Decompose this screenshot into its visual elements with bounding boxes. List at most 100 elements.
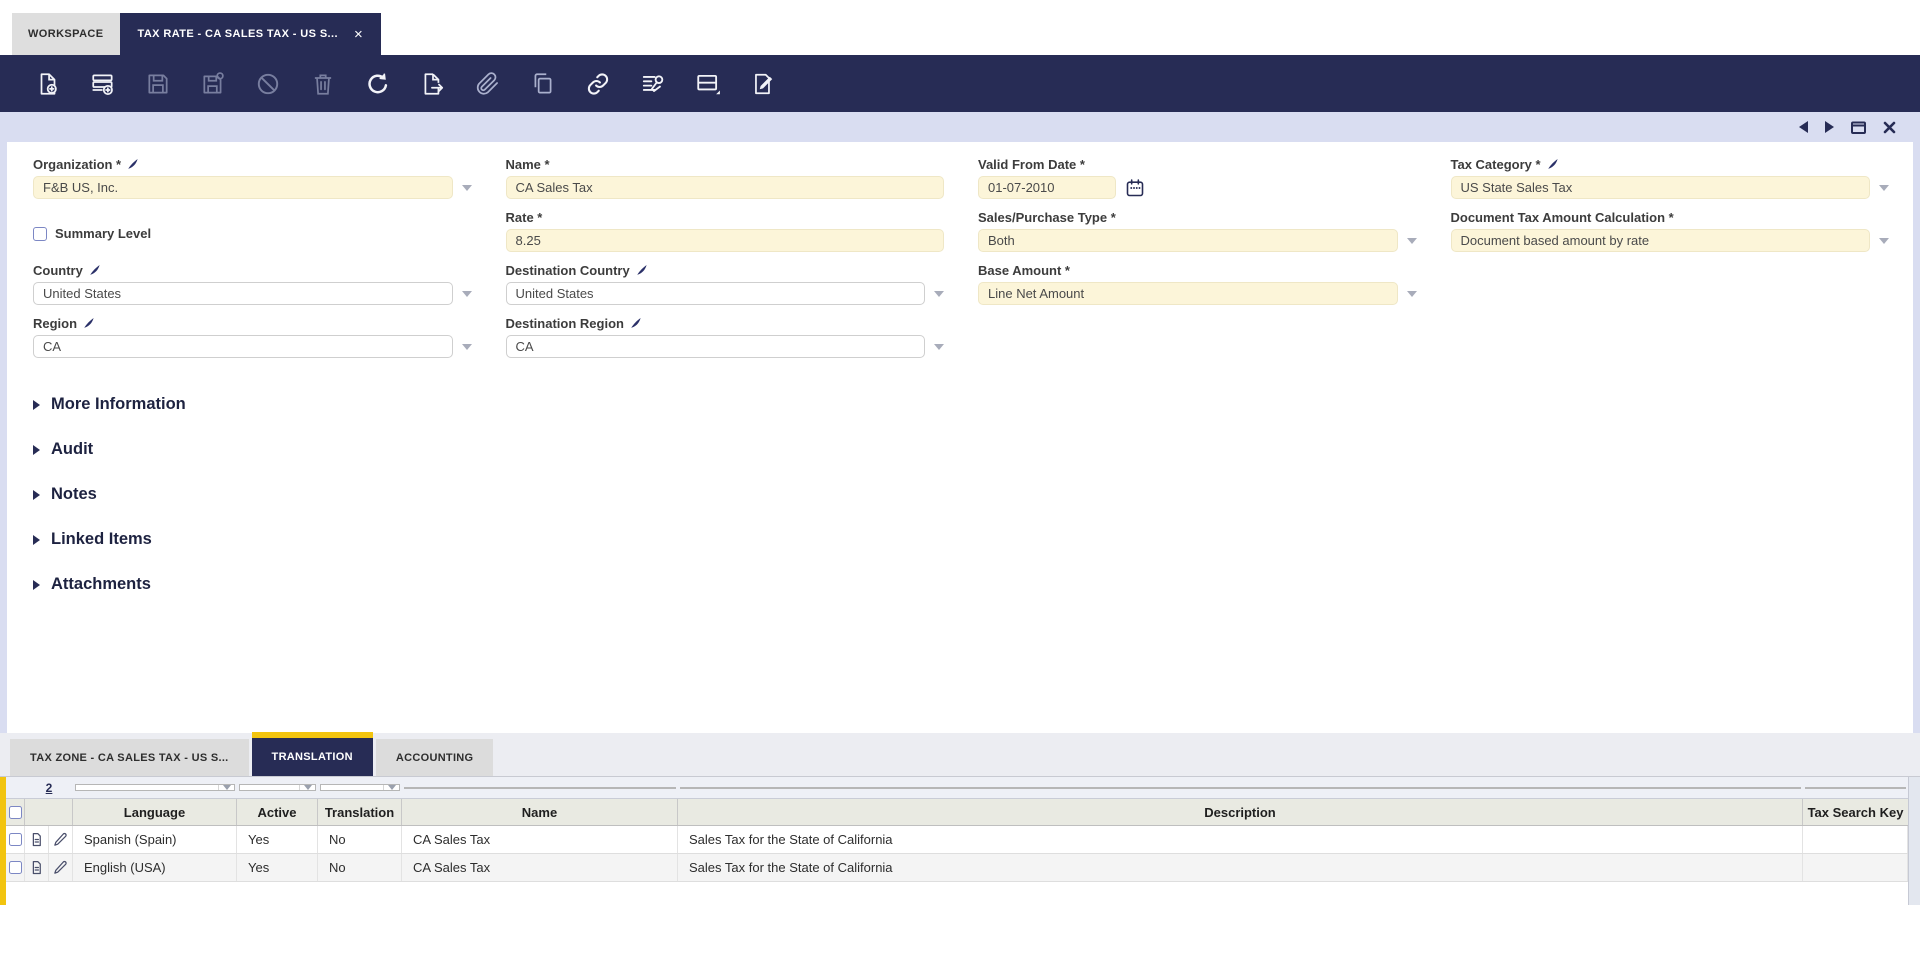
tab-accounting-label: ACCOUNTING <box>395 751 474 764</box>
sales-purchase-type-combo[interactable]: Both <box>978 229 1398 252</box>
column-header-description[interactable]: Description <box>678 799 1803 825</box>
collapse-arrow-icon <box>33 444 40 455</box>
export-icon[interactable] <box>415 66 451 102</box>
organization-combo[interactable]: F&B US, Inc. <box>33 176 453 199</box>
tab-workspace[interactable]: WORKSPACE <box>12 13 120 55</box>
chevron-down-icon[interactable] <box>934 290 944 297</box>
section-label: Notes <box>51 485 97 503</box>
select-all-checkbox[interactable] <box>8 805 22 819</box>
detail-tab-bar: TAX ZONE - CA SALES TAX - US S... TRANSL… <box>0 732 1920 777</box>
chevron-down-icon[interactable] <box>461 290 472 297</box>
edit-record-icon[interactable] <box>49 854 72 881</box>
base-amount-combo[interactable]: Line Net Amount <box>978 282 1398 305</box>
name-input[interactable]: CA Sales Tax <box>505 176 944 199</box>
chevron-down-icon[interactable] <box>461 184 472 191</box>
link-icon[interactable] <box>580 66 616 102</box>
valid-from-date-input[interactable]: 01-07-2010 <box>978 176 1116 199</box>
new-row-icon[interactable] <box>85 66 121 102</box>
window-layout-icon[interactable] <box>690 66 726 102</box>
tax-category-combo[interactable]: US State Sales Tax <box>1450 176 1870 199</box>
table-row[interactable]: English (USA) Yes No CA Sales Tax Sales … <box>6 854 1908 882</box>
tab-tax-rate[interactable]: TAX RATE - CA SALES TAX - US S... × <box>119 13 382 55</box>
country-label: Country <box>33 262 83 278</box>
chevron-down-icon[interactable] <box>461 343 472 350</box>
filter-language-input[interactable] <box>75 784 235 791</box>
tab-translation-label: TRANSLATION <box>271 751 353 763</box>
refresh-icon[interactable] <box>360 66 396 102</box>
filter-translation-input[interactable] <box>320 784 400 791</box>
row-checkbox[interactable] <box>8 833 22 846</box>
table-row[interactable]: Spanish (Spain) Yes No CA Sales Tax Sale… <box>6 826 1908 854</box>
edit-record-icon[interactable] <box>49 826 72 853</box>
chevron-down-icon[interactable] <box>383 785 399 790</box>
grid-scrollbar[interactable] <box>1908 777 1920 905</box>
close-panel-icon[interactable] <box>1883 121 1896 134</box>
quill-icon <box>83 317 95 329</box>
field-tax-category: Tax Category * US State Sales Tax <box>1450 155 1889 199</box>
summary-level-checkbox[interactable] <box>33 226 47 241</box>
column-header-translation[interactable]: Translation <box>318 799 402 825</box>
cell-translation: No <box>318 826 402 853</box>
region-combo[interactable]: CA <box>33 335 453 358</box>
tab-accounting[interactable]: ACCOUNTING <box>375 739 494 776</box>
new-record-icon[interactable] <box>30 66 66 102</box>
delete-icon <box>305 66 341 102</box>
tab-close-icon[interactable]: × <box>354 27 363 42</box>
chevron-down-icon[interactable] <box>1879 184 1889 191</box>
filter-active-input[interactable] <box>239 784 316 791</box>
cell-description: Sales Tax for the State of California <box>678 854 1803 881</box>
quick-form-icon[interactable] <box>745 66 781 102</box>
filter-name-input[interactable] <box>404 786 676 789</box>
column-header-language[interactable]: Language <box>73 799 237 825</box>
chevron-down-icon[interactable] <box>218 785 234 790</box>
cell-tax-search-key <box>1803 826 1908 853</box>
copy-icon[interactable] <box>525 66 561 102</box>
chevron-down-icon[interactable] <box>1406 290 1417 297</box>
chevron-down-icon[interactable] <box>1879 237 1889 244</box>
column-header-active[interactable]: Active <box>237 799 318 825</box>
attachment-icon[interactable] <box>470 66 506 102</box>
rate-input[interactable]: 8.25 <box>505 229 944 252</box>
quill-icon <box>127 158 139 170</box>
tab-tax-zone[interactable]: TAX ZONE - CA SALES TAX - US S... <box>10 739 249 776</box>
calendar-icon[interactable] <box>1125 178 1145 198</box>
previous-record-icon[interactable] <box>1799 121 1808 133</box>
filter-description-input[interactable] <box>680 786 1801 789</box>
chevron-down-icon[interactable] <box>299 785 315 790</box>
cell-active: Yes <box>237 854 318 881</box>
destination-country-label: Destination Country <box>505 262 630 278</box>
maximize-icon[interactable] <box>1851 121 1866 134</box>
organization-label: Organization * <box>33 156 122 172</box>
country-combo[interactable]: United States <box>33 282 453 305</box>
view-record-icon[interactable] <box>25 854 49 881</box>
grid-header-row: Language Active Translation Name Descrip… <box>6 799 1908 826</box>
field-destination-country: Destination Country United States <box>505 261 944 305</box>
row-count-link[interactable]: 2 <box>25 777 73 798</box>
chevron-down-icon[interactable] <box>1406 237 1417 244</box>
section-more-information[interactable]: More Information <box>33 382 1889 427</box>
next-record-icon[interactable] <box>1825 121 1834 133</box>
field-country: Country United States <box>33 261 472 305</box>
tab-translation[interactable]: TRANSLATION <box>251 732 373 776</box>
destination-region-combo[interactable]: CA <box>505 335 925 358</box>
destination-country-combo[interactable]: United States <box>505 282 925 305</box>
save-icon <box>140 66 176 102</box>
section-attachments[interactable]: Attachments <box>33 562 1889 607</box>
ignore-changes-icon <box>250 66 286 102</box>
section-linked-items[interactable]: Linked Items <box>33 517 1889 562</box>
process-icon[interactable] <box>635 66 671 102</box>
doc-tax-calc-label: Document Tax Amount Calculation * <box>1450 209 1674 225</box>
section-label: More Information <box>51 395 186 413</box>
section-notes[interactable]: Notes <box>33 472 1889 517</box>
filter-tax-search-key-input[interactable] <box>1805 786 1906 789</box>
section-audit[interactable]: Audit <box>33 427 1889 472</box>
column-header-tax-search-key[interactable]: Tax Search Key <box>1803 799 1908 825</box>
field-valid-from-date: Valid From Date * 01-07-2010 <box>978 155 1417 199</box>
column-header-name[interactable]: Name <box>402 799 678 825</box>
chevron-down-icon[interactable] <box>934 343 944 350</box>
field-doc-tax-calc: Document Tax Amount Calculation * Docume… <box>1450 208 1889 252</box>
view-record-icon[interactable] <box>25 826 49 853</box>
row-checkbox[interactable] <box>8 861 22 874</box>
doc-tax-calc-combo[interactable]: Document based amount by rate <box>1450 229 1870 252</box>
collapse-arrow-icon <box>33 579 40 590</box>
